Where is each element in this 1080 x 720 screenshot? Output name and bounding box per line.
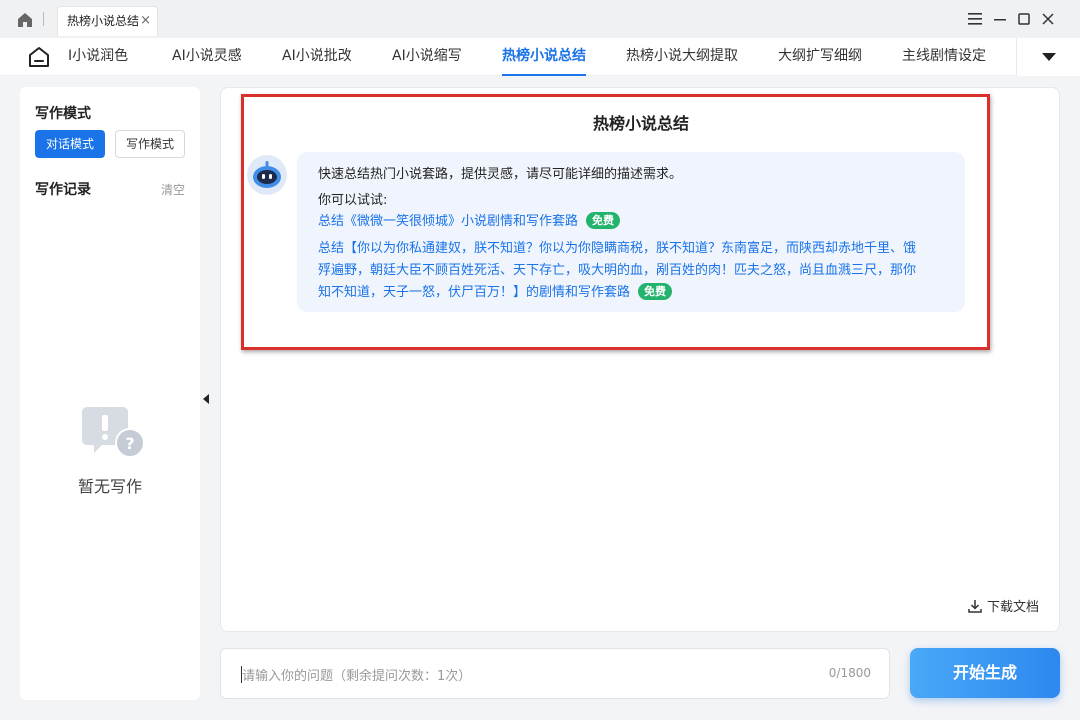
nav-item-outline-expand[interactable]: 大纲扩写细纲 (778, 38, 862, 76)
chevron-left-icon (203, 394, 209, 404)
download-label: 下载文档 (986, 600, 1039, 615)
download-doc-button[interactable]: 下载文档 (967, 596, 1039, 615)
example-text: 总结《微微一笑很倾城》小说剧情和写作套路 (318, 214, 579, 229)
records-title: 写作记录 (35, 182, 91, 198)
example-item[interactable]: 总结【你以为你私通建奴，朕不知道？你以为你隐瞒商税，朕不知道？东南富足，而陕西却… (318, 238, 918, 304)
title-bar: 热榜小说总结 × (0, 0, 1080, 38)
write-mode-button[interactable]: 写作模式 (115, 130, 185, 158)
nav-more-button[interactable] (1016, 38, 1080, 76)
input-placeholder: 请输入你的问题（剩余提问次数：1次） (242, 669, 472, 684)
nav-item-review[interactable]: AI小说批改 (282, 38, 352, 76)
nav-item-polish[interactable]: I小说润色 (68, 38, 128, 76)
bot-message-bubble: 快速总结热门小说套路，提供灵感，请尽可能详细的描述需求。 你可以试试: 总结《微… (297, 152, 965, 312)
nav-item-hot-summary[interactable]: 热榜小说总结 (502, 38, 586, 76)
collapse-sidebar-button[interactable] (200, 384, 212, 414)
example-text: 总结【你以为你私通建奴，朕不知道？你以为你隐瞒商税，朕不知道？东南富足，而陕西却… (318, 241, 917, 300)
nav-item-abridge[interactable]: AI小说缩写 (392, 38, 462, 76)
home-icon[interactable] (26, 44, 52, 70)
close-icon[interactable] (1038, 9, 1058, 29)
intro-text: 快速总结热门小说套路，提供灵感，请尽可能详细的描述需求。 (318, 167, 683, 182)
maximize-icon[interactable] (1014, 9, 1034, 29)
bot-avatar-icon (247, 155, 287, 195)
question-input[interactable]: 请输入你的问题（剩余提问次数：1次） 0/1800 (220, 648, 890, 699)
example-item[interactable]: 总结《微微一笑很倾城》小说剧情和写作套路 免费 (318, 211, 621, 233)
download-icon (968, 599, 982, 613)
chevron-down-icon (1041, 53, 1056, 61)
menu-icon[interactable] (965, 9, 985, 29)
highlight-annotation: 热榜小说总结 快速总结热门小说套路，提供灵感，请尽可能详细的描述需求。 你可以试… (241, 94, 990, 350)
tab-close-icon[interactable]: × (140, 7, 151, 35)
tab-label: 热榜小说总结 (67, 14, 140, 28)
char-counter: 0/1800 (828, 666, 871, 680)
main-panel: 热榜小说总结 快速总结热门小说套路，提供灵感，请尽可能详细的描述需求。 你可以试… (220, 87, 1060, 632)
title-separator (43, 12, 44, 26)
nav-item-inspiration[interactable]: AI小说灵感 (172, 38, 242, 76)
tab-hot-novel-summary[interactable]: 热榜小说总结 × (57, 6, 158, 36)
mode-title: 写作模式 (35, 106, 91, 122)
generate-button[interactable]: 开始生成 (910, 648, 1060, 698)
sidebar: 写作模式 对话模式 写作模式 写作记录 清空 ? 暂无写作 (20, 87, 200, 700)
feature-nav: I小说润色 AI小说灵感 AI小说批改 AI小说缩写 热榜小说总结 热榜小说大纲… (0, 38, 1080, 76)
empty-state-icon: ? (82, 407, 145, 458)
page-title: 热榜小说总结 (592, 114, 689, 133)
free-badge: 免费 (638, 283, 673, 300)
nav-item-plot-setting[interactable]: 主线剧情设定 (902, 38, 986, 76)
minimize-icon[interactable] (990, 9, 1010, 29)
empty-state-text: 暂无写作 (77, 477, 142, 496)
clear-records-button[interactable]: 清空 (161, 181, 185, 198)
free-badge: 免费 (586, 212, 621, 229)
home-icon[interactable] (16, 11, 34, 29)
dialog-mode-button[interactable]: 对话模式 (35, 130, 105, 158)
svg-text:?: ? (125, 434, 134, 453)
try-label: 你可以试试: (318, 193, 388, 208)
nav-item-outline-extract[interactable]: 热榜小说大纲提取 (626, 38, 738, 76)
